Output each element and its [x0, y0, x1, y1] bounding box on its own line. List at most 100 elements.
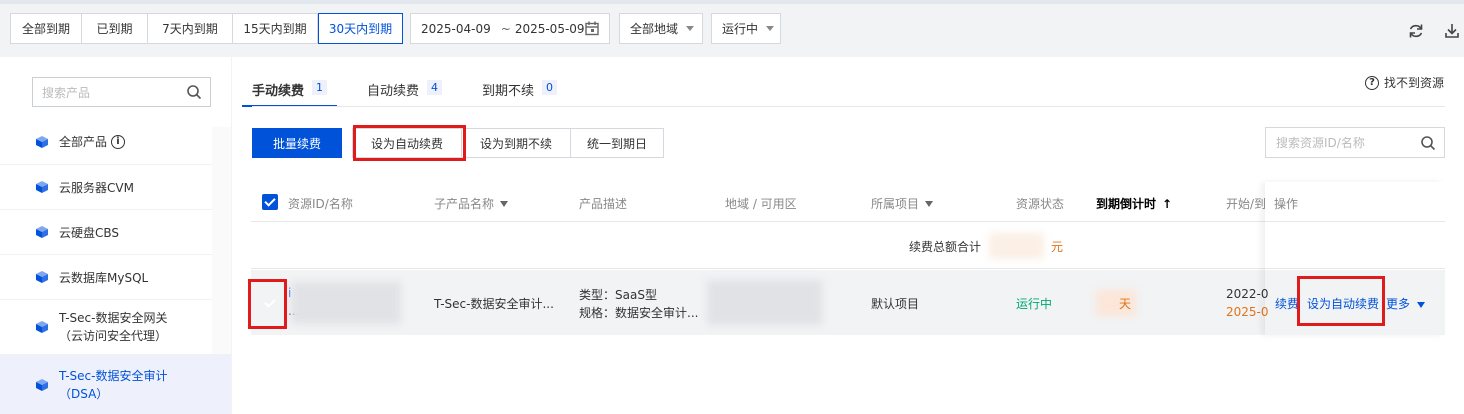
col-region: 地域 / 可用区 — [725, 197, 797, 211]
resource-search-input[interactable]: 搜索资源ID/名称 — [1265, 127, 1445, 158]
filter-bar: 全部到期 已到期 7天内到期 15天内到期 30天内到期 2025-04-09 … — [0, 4, 1464, 54]
sidebar-item-all-products[interactable]: 全部产品 i — [0, 119, 212, 164]
col-status: 资源状态 — [1016, 197, 1065, 211]
col-label: 到期倒计时 — [1096, 197, 1157, 211]
filter-all-expiry[interactable]: 全部到期 — [10, 13, 82, 44]
search-icon[interactable] — [186, 84, 202, 100]
download-icon[interactable] — [1443, 22, 1461, 40]
start-date: 2022-0 — [1226, 287, 1269, 301]
sort-ascending-icon[interactable]: ↑ — [1162, 197, 1172, 211]
sidebar-item-label: T-Sec-数据安全网关 — [59, 311, 168, 325]
filter-expired[interactable]: 已到期 — [82, 13, 148, 44]
date-range-picker[interactable]: 2025-04-09 ~ 2025-05-09 — [410, 13, 610, 44]
renew-link[interactable]: 续费 — [1275, 295, 1299, 312]
info-icon[interactable]: i — [111, 134, 126, 149]
unify-expiry-button[interactable]: 统一到期日 — [570, 128, 664, 158]
col-countdown[interactable]: 到期倒计时 ↑ — [1096, 195, 1172, 212]
tab-count-badge: 4 — [427, 80, 443, 95]
tabs-divider — [252, 106, 1445, 107]
tab-count-badge: 1 — [312, 80, 328, 95]
help-icon: ? — [1364, 75, 1379, 90]
resource-search-placeholder: 搜索资源ID/名称 — [1276, 136, 1365, 150]
chevron-down-icon — [1416, 302, 1425, 308]
end-date: 2025-0 — [1226, 305, 1269, 319]
cant-find-resource-link[interactable]: ? 找不到资源 — [1364, 74, 1444, 91]
col-project[interactable]: 所属项目 — [871, 195, 934, 212]
col-start-end: 开始/到 — [1226, 197, 1267, 211]
status-select-value: 运行中 — [722, 22, 759, 36]
renewal-main-panel: 手动续费 1 自动续费 4 到期不续 0 ? 找不到资源 批量续费 设为自动续费… — [232, 57, 1464, 414]
tab-auto-renew[interactable]: 自动续费 4 — [367, 77, 443, 107]
set-auto-renew-link[interactable]: 设为自动续费 — [1307, 295, 1379, 312]
sidebar-item-mysql[interactable]: 云数据库MySQL — [0, 254, 212, 299]
filter-icon[interactable] — [925, 200, 934, 207]
tab-no-renew[interactable]: 到期不续 0 — [482, 77, 558, 107]
renewal-total-row: 续费总额合计 元 — [251, 223, 1445, 269]
col-description: 产品描述 — [579, 197, 628, 211]
filter-icon[interactable] — [500, 200, 509, 207]
product-cube-icon — [36, 271, 48, 283]
tab-count-badge: 0 — [542, 80, 558, 95]
select-all-checkbox[interactable] — [262, 194, 278, 210]
batch-renew-button[interactable]: 批量续费 — [252, 128, 342, 158]
sidebar-item-sublabel: （DSA） — [59, 386, 109, 401]
product-sidebar: 搜索产品 全部产品 i 云服务器CVM 云硬盘CBS 云数据库MySQL T-S… — [0, 57, 231, 414]
more-menu[interactable]: 更多 — [1386, 295, 1425, 312]
col-resource: 资源ID/名称 — [288, 197, 353, 211]
product-cube-icon — [36, 135, 48, 148]
sidebar-item-label: 云数据库MySQL — [59, 270, 149, 285]
filter-7-days[interactable]: 7天内到期 — [148, 13, 233, 44]
expiry-filter-group: 全部到期 已到期 7天内到期 15天内到期 30天内到期 — [10, 13, 403, 44]
sidebar-item-sublabel: （云访问安全代理） — [59, 329, 168, 343]
sidebar-item-cvm[interactable]: 云服务器CVM — [0, 164, 212, 209]
filter-15-days[interactable]: 15天内到期 — [233, 13, 318, 44]
col-label: 子产品名称 — [434, 197, 495, 211]
cant-find-label: 找不到资源 — [1383, 76, 1444, 90]
tab-label: 自动续费 — [367, 84, 420, 99]
date-start: 2025-04-09 — [421, 21, 491, 36]
product-cube-icon — [36, 378, 48, 391]
countdown-unit: 天 — [1119, 297, 1132, 311]
filter-30-days[interactable]: 30天内到期 — [318, 13, 403, 44]
product-type: 类型：SaaS型 — [579, 288, 657, 302]
product-search-input[interactable]: 搜索产品 — [32, 77, 211, 107]
tab-label: 手动续费 — [252, 84, 305, 99]
col-operation: 操作 — [1274, 197, 1299, 211]
status-badge: 运行中 — [1016, 297, 1053, 311]
set-no-renew-button[interactable]: 设为到期不续 — [461, 128, 571, 158]
redacted-amount — [989, 233, 1044, 259]
region-select[interactable]: 全部地域 — [619, 13, 703, 44]
calendar-icon — [585, 21, 599, 36]
search-icon[interactable] — [1420, 135, 1436, 151]
sidebar-item-label: T-Sec-数据安全审计 — [59, 368, 168, 383]
date-separator: ~ — [500, 21, 511, 36]
project-name: 默认项目 — [871, 297, 920, 311]
sidebar-scroll-track — [212, 127, 231, 354]
tab-label: 到期不续 — [482, 84, 535, 99]
status-select[interactable]: 运行中 — [711, 13, 781, 44]
sidebar-item-cbs[interactable]: 云硬盘CBS — [0, 209, 212, 254]
sidebar-item-label: 云服务器CVM — [59, 180, 134, 195]
table-row[interactable]: i ... T-Sec-数据安全审计... 类型：SaaS型 规格：数据安全审计… — [251, 270, 1445, 335]
tab-manual-renew[interactable]: 手动续费 1 — [242, 77, 338, 107]
product-spec: 规格：数据安全审计... — [579, 306, 699, 320]
chevron-down-icon — [686, 26, 695, 31]
renewal-total-unit: 元 — [1051, 240, 1064, 254]
set-auto-renew-button[interactable]: 设为自动续费 — [352, 128, 462, 158]
region-select-value: 全部地域 — [630, 22, 679, 36]
renewal-total-label: 续费总额合计 — [909, 240, 982, 254]
action-bar: 批量续费 设为自动续费 设为到期不续 统一到期日 — [252, 128, 664, 158]
refresh-icon[interactable] — [1407, 22, 1425, 40]
renewal-tabs: 手动续费 1 自动续费 4 到期不续 0 — [242, 77, 597, 107]
chevron-down-icon — [766, 26, 775, 31]
product-cube-icon — [36, 321, 48, 333]
product-search-placeholder: 搜索产品 — [42, 85, 91, 100]
product-cube-icon — [36, 181, 48, 193]
checkbox-checked-icon — [262, 194, 278, 210]
sidebar-item-data-security-gateway[interactable]: T-Sec-数据安全网关 （云访问安全代理） — [0, 299, 212, 354]
col-sub-product[interactable]: 子产品名称 — [434, 195, 509, 212]
product-cube-icon — [36, 226, 48, 238]
sidebar-item-label-group: T-Sec-数据安全审计 （DSA） — [59, 367, 168, 403]
sidebar-item-data-security-audit[interactable]: T-Sec-数据安全审计 （DSA） — [0, 354, 231, 414]
redacted-region — [707, 280, 822, 325]
